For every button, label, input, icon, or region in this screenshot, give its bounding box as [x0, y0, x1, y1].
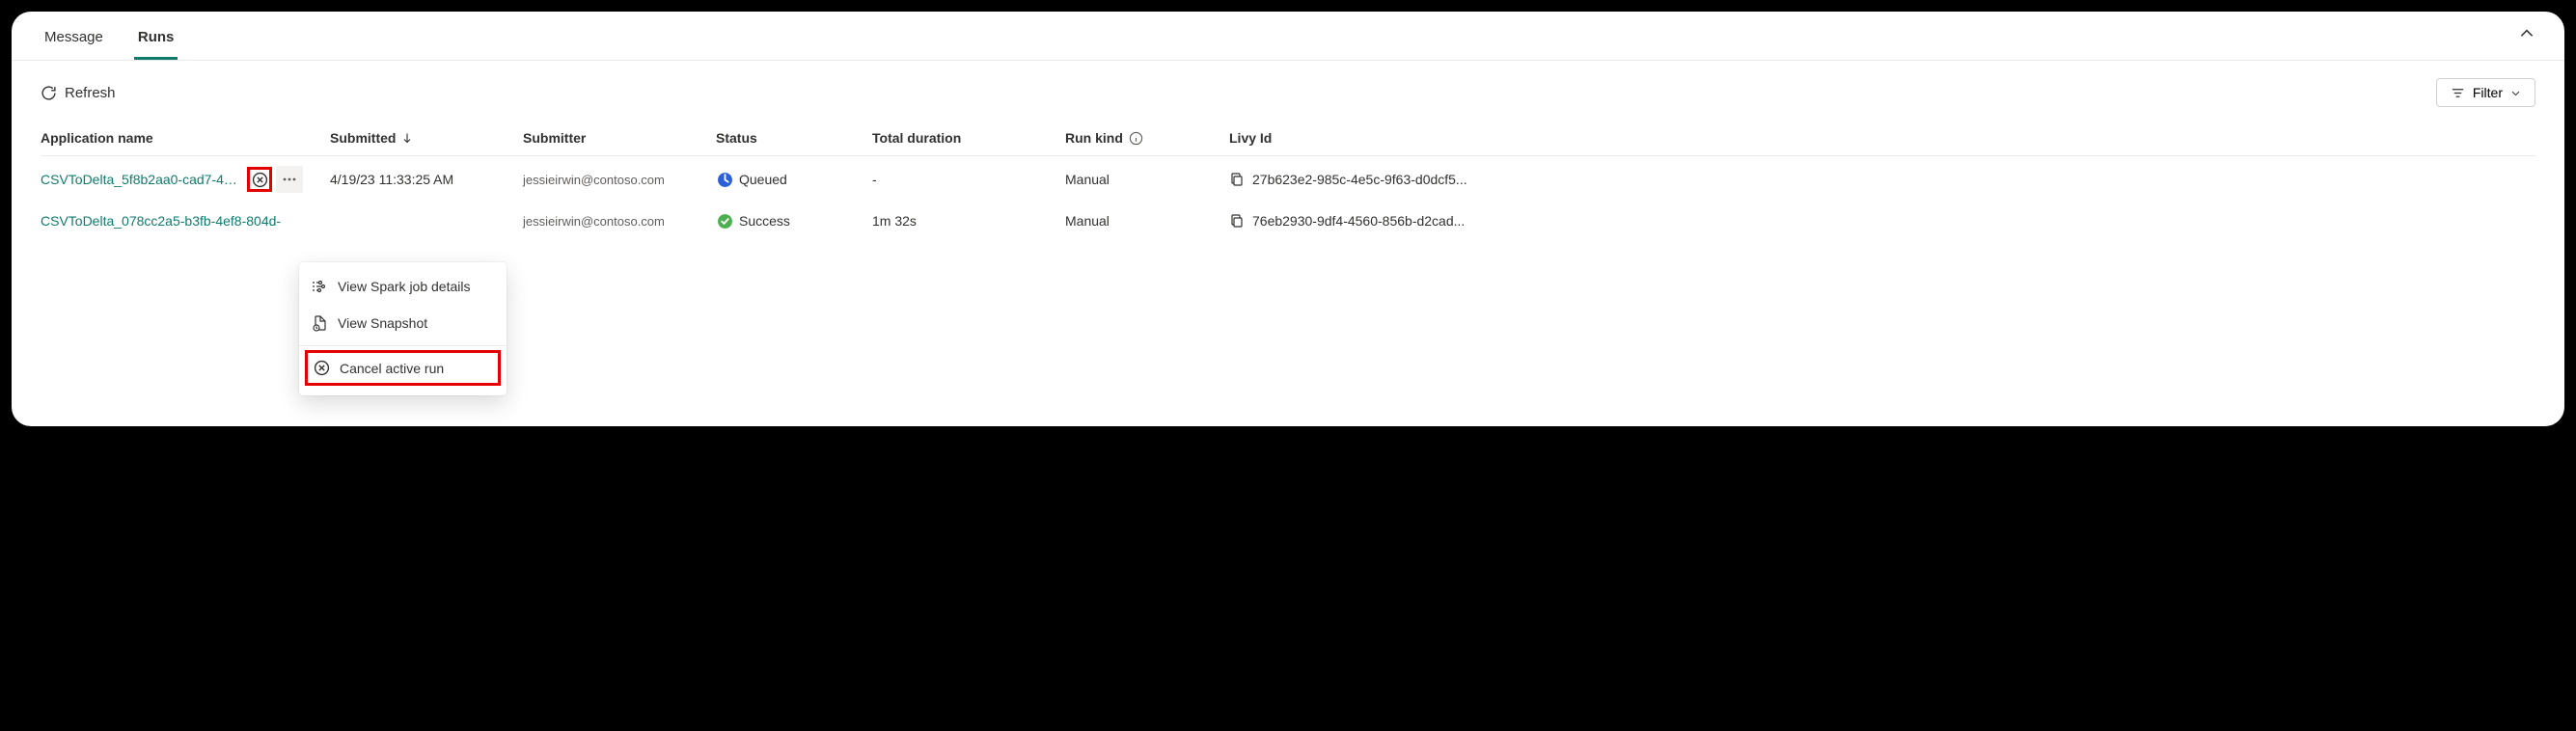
more-horizontal-icon	[282, 172, 297, 187]
cell-submitter: jessieirwin@contoso.com	[523, 214, 716, 229]
header-submitted[interactable]: Submitted	[330, 130, 523, 146]
header-status[interactable]: Status	[716, 130, 872, 146]
menu-divider	[299, 345, 507, 346]
tabs-bar: Message Runs	[12, 12, 2564, 60]
copy-icon	[1229, 213, 1245, 229]
more-actions-button[interactable]	[276, 166, 303, 193]
application-link[interactable]: CSVToDelta_5f8b2aa0-cad7-43d9	[41, 172, 243, 187]
runs-table: Application name Submitted Submitter Sta…	[12, 117, 2564, 239]
runs-panel: Message Runs Refresh Filter Application …	[12, 12, 2564, 426]
header-submitted-label: Submitted	[330, 130, 396, 146]
collapse-panel-button[interactable]	[2518, 25, 2535, 45]
cancel-circle-icon	[252, 172, 268, 188]
header-duration[interactable]: Total duration	[872, 130, 1065, 146]
success-icon	[716, 212, 733, 230]
header-application-name[interactable]: Application name	[41, 130, 330, 146]
cell-livy: 76eb2930-9df4-4560-856b-d2cad...	[1252, 213, 1465, 229]
menu-view-snapshot[interactable]: View Snapshot	[299, 305, 507, 341]
tab-runs[interactable]: Runs	[134, 21, 178, 60]
filter-icon	[2451, 86, 2465, 100]
chevron-up-icon	[2518, 25, 2535, 42]
tab-message[interactable]: Message	[41, 21, 107, 60]
cell-livy: 27b623e2-985c-4e5c-9f63-d0dcf5...	[1252, 172, 1467, 187]
header-runkind[interactable]: Run kind	[1065, 130, 1229, 146]
refresh-button[interactable]: Refresh	[41, 85, 116, 101]
copy-icon	[1229, 172, 1245, 187]
refresh-label: Refresh	[65, 85, 116, 101]
cell-runkind: Manual	[1065, 172, 1229, 187]
filter-label: Filter	[2473, 85, 2503, 100]
cell-status: Queued	[739, 172, 787, 187]
menu-spark-details[interactable]: View Spark job details	[299, 268, 507, 305]
menu-spark-details-label: View Spark job details	[338, 279, 470, 294]
table-header: Application name Submitted Submitter Sta…	[41, 117, 2535, 156]
application-link[interactable]: CSVToDelta_078cc2a5-b3fb-4ef8-804d-	[41, 213, 281, 229]
toolbar: Refresh Filter	[12, 61, 2564, 117]
menu-cancel-run-label: Cancel active run	[340, 361, 444, 376]
cell-duration: -	[872, 172, 1065, 187]
info-icon[interactable]	[1129, 131, 1143, 146]
snapshot-icon	[311, 314, 328, 332]
cell-submitter: jessieirwin@contoso.com	[523, 173, 716, 187]
spark-details-icon	[311, 278, 328, 295]
cell-duration: 1m 32s	[872, 213, 1065, 229]
refresh-icon	[41, 85, 57, 101]
copy-livy-button[interactable]	[1229, 172, 1245, 187]
cell-status: Success	[739, 213, 790, 229]
header-submitter[interactable]: Submitter	[523, 130, 716, 146]
menu-view-snapshot-label: View Snapshot	[338, 315, 427, 331]
menu-cancel-run[interactable]: Cancel active run	[305, 350, 501, 386]
cancel-circle-icon	[314, 360, 330, 376]
sort-down-icon	[401, 132, 413, 144]
row-context-menu: View Spark job details View Snapshot Can…	[299, 262, 507, 395]
cell-submitted: 4/19/23 11:33:25 AM	[330, 172, 523, 187]
table-row: CSVToDelta_078cc2a5-b3fb-4ef8-804d- jess…	[41, 203, 2535, 239]
chevron-down-icon	[2510, 88, 2521, 98]
cell-runkind: Manual	[1065, 213, 1229, 229]
table-row: CSVToDelta_5f8b2aa0-cad7-43d9 4/19/23 11…	[41, 156, 2535, 203]
copy-livy-button[interactable]	[1229, 213, 1245, 229]
header-livy[interactable]: Livy Id	[1229, 130, 2535, 146]
filter-button[interactable]: Filter	[2436, 78, 2535, 107]
header-runkind-label: Run kind	[1065, 130, 1123, 146]
queued-icon	[716, 171, 733, 188]
cancel-run-icon-button[interactable]	[247, 167, 272, 192]
